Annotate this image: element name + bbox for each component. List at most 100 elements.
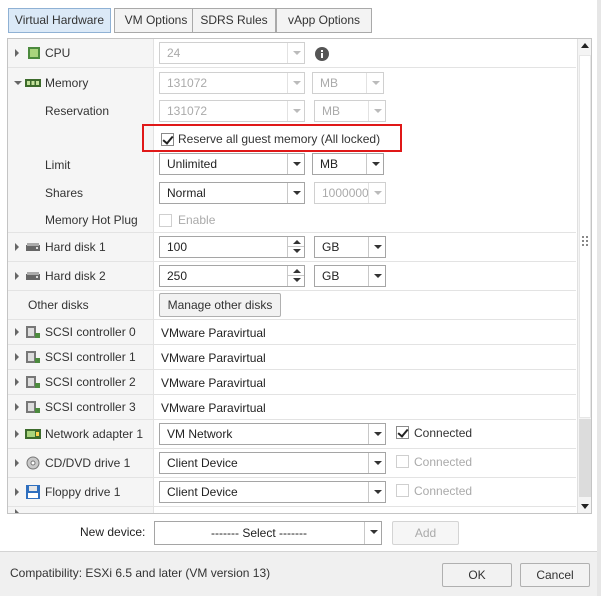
limit-unit: MB	[320, 157, 338, 171]
limit-value: Unlimited	[167, 157, 218, 171]
memory-unit: MB	[320, 76, 338, 90]
cpu-icon	[28, 47, 40, 59]
hard-disk-2-size-input[interactable]: 250	[159, 265, 305, 287]
floppy-select[interactable]: Client Device	[159, 481, 386, 503]
network-select[interactable]: VM Network	[159, 423, 386, 445]
row-hard-disk-2: Hard disk 2 250 GB	[8, 262, 576, 291]
reserve-all-checkbox[interactable]	[161, 133, 174, 146]
scsi-controller-2-label: SCSI controller 2	[45, 375, 136, 389]
cd-dvd-connected-checkbox[interactable]	[396, 455, 409, 468]
shares-select[interactable]: Normal	[159, 182, 305, 204]
floppy-icon	[26, 485, 40, 499]
expand-network-adapter-icon[interactable]	[15, 430, 19, 438]
memory-unit-select[interactable]: MB	[312, 72, 384, 94]
row-memory-hot-plug: Memory Hot Plug Enable	[8, 207, 576, 233]
scsi-controller-0-type: VMware Paravirtual	[161, 326, 266, 340]
row-cd-dvd-drive-1: CD/DVD drive 1 Client Device Connected	[8, 449, 576, 478]
row-shares: Shares Normal 1000000	[8, 179, 576, 207]
limit-unit-select[interactable]: MB	[312, 153, 384, 175]
row-network-adapter-1: Network adapter 1 VM Network Connected	[8, 420, 576, 449]
memory-size-input[interactable]: 131072	[159, 72, 305, 94]
expand-scsi-0-icon[interactable]	[15, 328, 19, 336]
cd-dvd-value: Client Device	[167, 456, 238, 470]
tab-virtual-hardware[interactable]: Virtual Hardware	[8, 8, 111, 33]
chevron-down-icon	[368, 453, 385, 473]
tab-sdrs-rules[interactable]: SDRS Rules	[192, 8, 276, 33]
stepper-icon[interactable]	[287, 237, 304, 257]
tab-vm-options[interactable]: VM Options	[114, 8, 198, 33]
cd-dvd-select[interactable]: Client Device	[159, 452, 386, 474]
cd-dvd-label: CD/DVD drive 1	[45, 456, 131, 470]
info-icon[interactable]	[315, 47, 329, 61]
reservation-label: Reservation	[45, 104, 110, 118]
scsi-controller-2-type: VMware Paravirtual	[161, 376, 266, 390]
floppy-label: Floppy drive 1	[45, 485, 121, 499]
network-adapter-label: Network adapter 1	[45, 427, 144, 441]
expand-cpu-icon[interactable]	[15, 49, 19, 57]
row-scsi-controller-3: SCSI controller 3 VMware Paravirtual	[8, 395, 576, 420]
new-device-select[interactable]: ------- Select -------	[154, 521, 382, 545]
expand-hard-disk-1-icon[interactable]	[15, 243, 19, 251]
scroll-down-icon[interactable]	[581, 504, 589, 509]
reservation-input[interactable]: 131072	[159, 100, 305, 122]
floppy-connected-checkbox[interactable]	[396, 484, 409, 497]
hot-plug-enable-label: Enable	[178, 213, 216, 227]
chevron-down-icon	[287, 154, 304, 174]
add-device-button[interactable]: Add	[392, 521, 459, 545]
chevron-down-icon	[368, 101, 385, 121]
expand-floppy-icon[interactable]	[15, 488, 19, 496]
hard-disk-2-size: 250	[167, 269, 188, 283]
chevron-down-icon	[287, 73, 304, 93]
collapse-memory-icon[interactable]	[14, 80, 22, 85]
scsi-controller-icon	[26, 401, 40, 413]
hardware-rows: CPU 24 Memory 131072 MB Reservation 1310…	[8, 39, 576, 513]
reservation-unit-select[interactable]: MB	[314, 100, 386, 122]
hard-disk-1-size: 100	[167, 240, 188, 254]
shares-count: 1000000	[322, 186, 369, 200]
memory-value: 131072	[167, 76, 208, 90]
chevron-down-icon	[287, 43, 304, 63]
dialog-footer: Compatibility: ESXi 6.5 and later (VM ve…	[0, 551, 601, 596]
hard-disk-2-unit-select[interactable]: GB	[314, 265, 386, 287]
limit-select[interactable]: Unlimited	[159, 153, 305, 175]
tab-vapp-options[interactable]: vApp Options	[276, 8, 372, 33]
chevron-down-icon	[287, 183, 304, 203]
hard-disk-1-size-input[interactable]: 100	[159, 236, 305, 258]
expand-scsi-2-icon[interactable]	[15, 378, 19, 386]
ok-button[interactable]: OK	[442, 563, 512, 587]
cpu-select[interactable]: 24	[159, 42, 305, 64]
network-connected-checkbox[interactable]	[396, 426, 409, 439]
expand-scsi-1-icon[interactable]	[15, 353, 19, 361]
row-scsi-controller-1: SCSI controller 1 VMware Paravirtual	[8, 345, 576, 370]
hot-plug-checkbox[interactable]	[159, 214, 172, 227]
hard-disk-1-unit-select[interactable]: GB	[314, 236, 386, 258]
expand-next-icon[interactable]	[15, 509, 19, 513]
expand-hard-disk-2-icon[interactable]	[15, 272, 19, 280]
vertical-scrollbar[interactable]	[577, 39, 591, 513]
chevron-down-icon	[364, 522, 381, 544]
chevron-down-icon	[368, 183, 385, 203]
row-other-disks: Other disks Manage other disks	[8, 291, 576, 320]
resize-grip-icon[interactable]	[582, 236, 588, 246]
expand-scsi-3-icon[interactable]	[15, 403, 19, 411]
scsi-controller-1-type: VMware Paravirtual	[161, 351, 266, 365]
stepper-icon[interactable]	[287, 266, 304, 286]
shares-count-input[interactable]: 1000000	[314, 182, 386, 204]
row-partial	[8, 507, 576, 513]
manage-other-disks-button[interactable]: Manage other disks	[159, 293, 281, 317]
scsi-controller-icon	[26, 376, 40, 388]
scsi-controller-1-label: SCSI controller 1	[45, 350, 136, 364]
cd-dvd-connected-label: Connected	[414, 455, 473, 469]
cancel-button[interactable]: Cancel	[520, 563, 590, 587]
cd-dvd-icon	[26, 456, 40, 470]
scroll-up-icon[interactable]	[581, 43, 589, 48]
scrollbar-track[interactable]	[579, 419, 591, 497]
scsi-controller-icon	[26, 326, 40, 338]
compatibility-text: Compatibility: ESXi 6.5 and later (VM ve…	[10, 566, 271, 580]
shares-value: Normal	[167, 186, 206, 200]
reservation-unit: MB	[322, 104, 340, 118]
row-cpu: CPU 24	[8, 39, 576, 68]
floppy-connected-label: Connected	[414, 484, 473, 498]
expand-cd-dvd-icon[interactable]	[15, 459, 19, 467]
window-edge	[597, 0, 601, 596]
